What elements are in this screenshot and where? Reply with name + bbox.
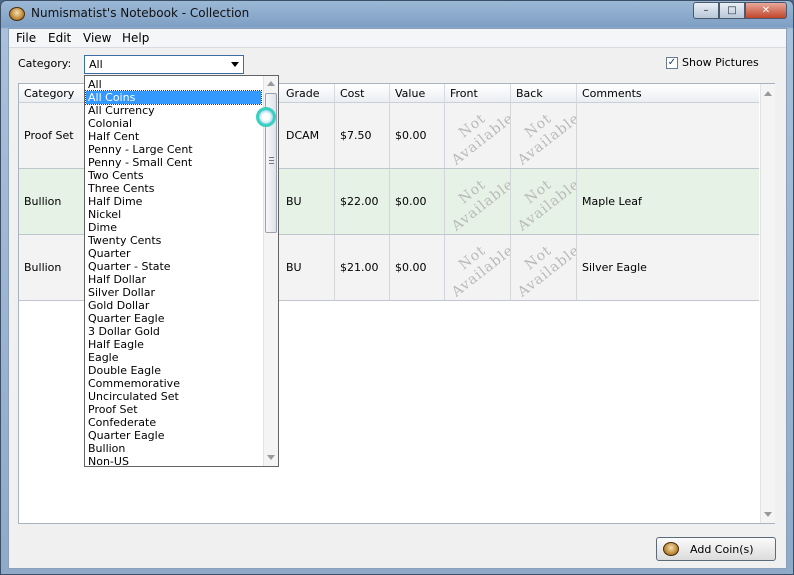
coin-icon <box>663 542 679 556</box>
dropdown-option[interactable]: All Currency <box>86 104 261 117</box>
dropdown-option[interactable]: Quarter - State <box>86 260 261 273</box>
cell-grade: BU <box>281 169 335 234</box>
cell-cost: $7.50 <box>335 103 390 168</box>
dropdown-option[interactable]: Twenty Cents <box>86 234 261 247</box>
dropdown-option[interactable]: Silver Dollar <box>86 286 261 299</box>
not-available-text: Not Available <box>448 109 511 168</box>
dropdown-option[interactable]: Penny - Small Cent <box>86 156 261 169</box>
column-header-grade[interactable]: Grade <box>281 84 335 103</box>
menu-help[interactable]: Help <box>122 31 149 45</box>
category-label: Category: <box>18 57 72 70</box>
cell-comments <box>577 103 759 168</box>
dropdown-option[interactable]: Three Cents <box>86 182 261 195</box>
dropdown-option[interactable]: Eagle <box>86 351 261 364</box>
coin-app-icon <box>9 7 25 21</box>
dropdown-option[interactable]: Quarter Eagle <box>86 429 261 442</box>
dropdown-option[interactable]: Colonial <box>86 117 261 130</box>
dropdown-option[interactable]: Bullion <box>86 442 261 455</box>
scroll-down-arrow-icon[interactable] <box>267 455 275 460</box>
chevron-down-icon[interactable] <box>231 62 239 67</box>
not-available-text: Not Available <box>514 175 577 234</box>
not-available-text: Not Available <box>448 241 511 300</box>
not-available-text: Not Available <box>514 109 577 168</box>
cell-category: Bullion <box>19 169 85 234</box>
dropdown-option[interactable]: Dime <box>86 221 261 234</box>
minimize-button[interactable]: – <box>693 2 719 19</box>
title-bar[interactable]: Numismatist's Notebook - Collection – □ … <box>1 1 793 27</box>
cell-comments: Silver Eagle <box>582 261 647 274</box>
not-available-text: Not Available <box>448 175 511 234</box>
close-button[interactable]: ✕ <box>745 2 787 19</box>
cell-value: $0.00 <box>390 235 445 300</box>
cell-value: $0.00 <box>390 169 445 234</box>
cell-grade: DCAM <box>281 103 335 168</box>
add-coins-button[interactable]: Add Coin(s) <box>656 537 776 561</box>
dropdown-option[interactable]: All Coins <box>85 90 262 105</box>
cell-value: $0.00 <box>390 103 445 168</box>
cell-cost: $22.00 <box>335 169 390 234</box>
category-dropdown-list[interactable]: All All Coins All Currency Colonial Half Cen… <box>84 75 279 468</box>
back-image-placeholder: Not Available <box>511 103 577 168</box>
scroll-down-arrow-icon[interactable] <box>764 512 772 517</box>
dropdown-option[interactable]: Uncirculated Set <box>86 390 261 403</box>
window-title: Numismatist's Notebook - Collection <box>31 6 250 20</box>
front-image-placeholder: Not Available <box>445 235 511 300</box>
dropdown-option[interactable]: 3 Dollar Gold <box>86 325 261 338</box>
dropdown-option[interactable]: Quarter Eagle <box>86 312 261 325</box>
column-header-category[interactable]: Category <box>19 84 85 103</box>
dropdown-option[interactable]: All <box>86 78 261 91</box>
dropdown-option[interactable]: Proof Set <box>86 403 261 416</box>
dropdown-option[interactable]: Nickel <box>86 208 261 221</box>
scroll-up-arrow-icon[interactable] <box>267 81 275 86</box>
show-pictures-checkbox[interactable]: ✓ <box>666 57 678 69</box>
category-selected-value: All <box>89 58 103 71</box>
back-image-placeholder: Not Available <box>511 169 577 234</box>
menu-file[interactable]: File <box>16 31 36 45</box>
busy-cursor-icon <box>256 107 276 127</box>
column-header-back[interactable]: Back <box>511 84 577 103</box>
cell-comments: Maple Leaf <box>582 195 642 208</box>
dropdown-option[interactable]: Penny - Large Cent <box>86 143 261 156</box>
dropdown-option[interactable]: Half Dime <box>86 195 261 208</box>
menu-edit[interactable]: Edit <box>48 31 71 45</box>
dropdown-scrollbar[interactable] <box>263 76 278 466</box>
not-available-text: Not Available <box>514 241 577 300</box>
dropdown-option[interactable]: Non-US <box>86 455 261 468</box>
dropdown-option[interactable]: Half Cent <box>86 130 261 143</box>
scroll-up-arrow-icon[interactable] <box>764 91 772 96</box>
front-image-placeholder: Not Available <box>445 169 511 234</box>
grid-vertical-scrollbar[interactable] <box>760 84 775 523</box>
add-coins-label: Add Coin(s) <box>690 543 754 556</box>
dropdown-option[interactable]: Half Dollar <box>86 273 261 286</box>
front-image-placeholder: Not Available <box>445 103 511 168</box>
column-header-cost[interactable]: Cost <box>335 84 390 103</box>
dropdown-option[interactable]: Confederate <box>86 416 261 429</box>
cell-category: Bullion <box>19 235 85 300</box>
column-header-front[interactable]: Front <box>445 84 511 103</box>
dropdown-option[interactable]: Gold Dollar <box>86 299 261 312</box>
menu-bar: File Edit View Help <box>9 29 786 48</box>
dropdown-option[interactable]: Half Eagle <box>86 338 261 351</box>
client-area: File Edit View Help Category: All ✓ Show… <box>8 28 787 569</box>
menu-view[interactable]: View <box>83 31 111 45</box>
dropdown-option[interactable]: Two Cents <box>86 169 261 182</box>
dropdown-option[interactable]: Double Eagle <box>86 364 261 377</box>
back-image-placeholder: Not Available <box>511 235 577 300</box>
show-pictures-label: Show Pictures <box>682 56 759 69</box>
column-header-comments[interactable]: Comments <box>577 84 759 103</box>
grip-icon <box>269 157 274 164</box>
cell-cost: $21.00 <box>335 235 390 300</box>
dropdown-option[interactable]: Commemorative <box>86 377 261 390</box>
category-combobox[interactable]: All <box>84 55 244 74</box>
cell-grade: BU <box>281 235 335 300</box>
dropdown-option[interactable]: Quarter <box>86 247 261 260</box>
column-header-value[interactable]: Value <box>390 84 445 103</box>
maximize-button[interactable]: □ <box>719 2 745 19</box>
cell-category: Proof Set <box>19 103 85 168</box>
app-window: Numismatist's Notebook - Collection – □ … <box>0 0 794 575</box>
